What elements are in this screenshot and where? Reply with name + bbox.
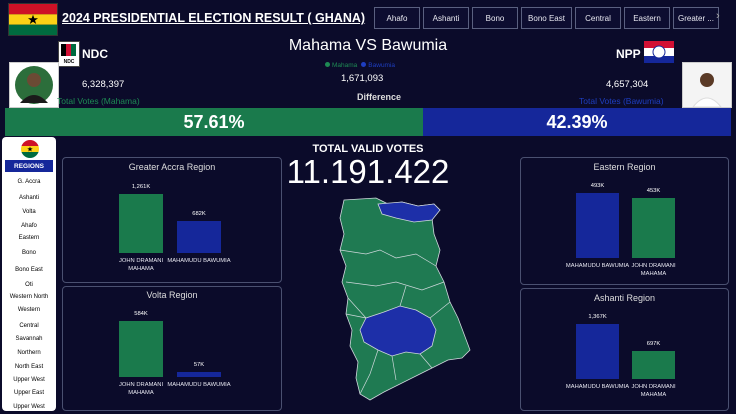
- ndc-share-bar: 57.61%: [5, 108, 423, 136]
- sidebar-item-region[interactable]: Upper East: [2, 390, 56, 396]
- sidebar-item-region[interactable]: Western North: [2, 294, 56, 300]
- mahama-photo: [9, 62, 59, 108]
- chart-title: Volta Region: [146, 290, 198, 300]
- bar-value-label: 682K: [192, 211, 206, 217]
- sidebar-item-region[interactable]: Ahafo: [2, 223, 56, 229]
- tab-bono-east[interactable]: Bono East: [521, 7, 572, 29]
- sidebar-item-region[interactable]: Volta: [2, 209, 56, 215]
- chart-bar[interactable]: [177, 372, 221, 377]
- legend-bawumia: Bawumia: [361, 62, 395, 69]
- npp-votes: 4,657,304: [606, 79, 649, 90]
- tab-greater-accra[interactable]: Greater ...: [673, 7, 719, 29]
- chart-bar[interactable]: [576, 324, 619, 379]
- bar-category-label: MAHAMUDU BAWUMIA: [167, 258, 231, 264]
- chart-title: Ashanti Region: [593, 293, 656, 303]
- total-valid-votes-value: 11.191.422: [286, 153, 450, 190]
- tab-ahafo[interactable]: Ahafo: [374, 7, 420, 29]
- sidebar-item-region[interactable]: Western: [2, 307, 56, 313]
- chart-bar[interactable]: [119, 321, 163, 377]
- chart-title: Eastern Region: [593, 162, 656, 172]
- sidebar-item-region[interactable]: Northern: [2, 350, 56, 356]
- greater-accra-chart: Greater Accra Region 1,261K JOHN DRAMANI …: [62, 157, 282, 283]
- chart-bar[interactable]: [632, 198, 675, 258]
- ghana-flag: [8, 3, 58, 36]
- regions-sidebar: REGIONS G. Accra Ashanti Volta Ahafo Eastern…: [2, 137, 56, 411]
- sidebar-item-region[interactable]: Upper West: [2, 404, 56, 410]
- chart-bar[interactable]: [576, 193, 619, 258]
- svg-text:NDC: NDC: [64, 59, 75, 65]
- bar-value-label: 493K: [590, 183, 605, 189]
- sidebar-item-region[interactable]: Upper West: [2, 377, 56, 383]
- ghana-flag-icon: [21, 140, 39, 158]
- ashanti-chart: Ashanti Region 1,367K MAHAMUDU BAWUMIA 697…: [520, 288, 729, 411]
- tab-bono[interactable]: Bono: [472, 7, 518, 29]
- difference-value: 1,671,093: [341, 73, 384, 84]
- ndc-party-name: NDC: [82, 47, 108, 61]
- eastern-chart: Eastern Region 493K MAHAMUDU BAWUMIA 453K J…: [520, 157, 729, 285]
- bawumia-photo: [682, 62, 732, 108]
- npp-share-bar: 42.39%: [423, 108, 731, 136]
- regions-header: REGIONS: [5, 160, 53, 172]
- ghana-map: [336, 194, 472, 404]
- page-title: 2024 PRESIDENTIAL ELECTION RESULT ( GHAN…: [62, 11, 366, 25]
- npp-votes-label: Total Votes (Bawumia): [579, 96, 664, 106]
- bar-value-label: 1,367K: [588, 314, 607, 320]
- difference-label: Difference: [357, 92, 402, 102]
- sidebar-item-region[interactable]: G. Accra: [2, 179, 56, 185]
- volta-chart: Volta Region 584K JOHN DRAMANI MAHAMA 57K M…: [62, 286, 282, 411]
- npp-logo: [644, 41, 674, 63]
- region-tabs: Ahafo Ashanti Bono Bono East Central Eas…: [374, 7, 719, 29]
- bar-category-label: MAHAMUDU BAWUMIA: [167, 382, 231, 388]
- legend-mahama: Mahama: [325, 62, 357, 69]
- tab-eastern[interactable]: Eastern: [624, 7, 670, 29]
- sidebar-item-region[interactable]: Central: [2, 323, 56, 329]
- ndc-votes: 6,328,397: [82, 79, 125, 90]
- bar-category-label: JOHN DRAMANI MAHAMA: [631, 263, 676, 277]
- ndc-votes-label: Total Votes (Mahama): [57, 96, 140, 106]
- sidebar-item-region[interactable]: Bono East: [2, 267, 56, 273]
- sidebar-item-region[interactable]: North East: [2, 364, 56, 370]
- npp-party-name: NPP: [616, 47, 641, 61]
- bar-value-label: 584K: [134, 311, 148, 317]
- chart-bar[interactable]: [177, 221, 221, 253]
- sidebar-item-region[interactable]: Bono: [2, 250, 56, 256]
- chart-bar[interactable]: [632, 351, 675, 379]
- chevron-right-icon[interactable]: ›: [716, 10, 720, 22]
- bar-value-label: 453K: [646, 188, 661, 194]
- bar-category-label: JOHN DRAMANI MAHAMA: [631, 384, 676, 398]
- legend: Mahama Bawumia: [325, 62, 395, 69]
- sidebar-item-region[interactable]: Oti: [2, 282, 56, 288]
- tab-ashanti[interactable]: Ashanti: [423, 7, 469, 29]
- chart-title: Greater Accra Region: [128, 162, 216, 172]
- sidebar-item-region[interactable]: Savannah: [2, 336, 56, 342]
- bar-value-label: 697K: [646, 341, 661, 347]
- tab-central[interactable]: Central: [575, 7, 621, 29]
- chart-bar[interactable]: [119, 194, 163, 253]
- bar-value-label: 57K: [193, 362, 205, 368]
- ndc-logo: NDC: [58, 41, 80, 67]
- sidebar-item-region[interactable]: Ashanti: [2, 195, 56, 201]
- bar-value-label: 1,261K: [131, 184, 151, 190]
- sidebar-item-region[interactable]: Eastern: [2, 235, 56, 241]
